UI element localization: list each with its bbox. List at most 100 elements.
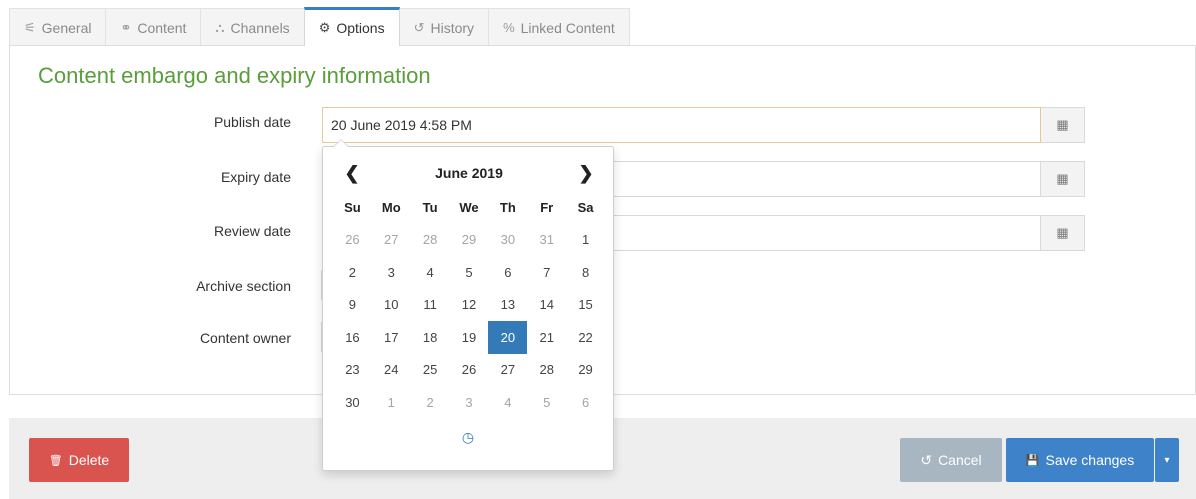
day-cell[interactable]: 2 xyxy=(411,386,450,419)
datepicker-grid: Su Mo Tu We Th Fr Sa 26 27 28 29 30 31 1 2 3 4 5 6 7 8 9 10 11 1… xyxy=(333,191,605,419)
prev-month-button[interactable]: ❮ xyxy=(333,163,371,184)
expiry-date-label: Expiry date xyxy=(220,169,291,185)
history-icon: ↺ xyxy=(413,19,425,35)
day-cell[interactable]: 25 xyxy=(411,354,450,387)
sliders-icon: ⚟ xyxy=(24,19,36,35)
day-cell[interactable]: 19 xyxy=(450,321,489,354)
datepicker-popup: ❮ June 2019 ❯ Su Mo Tu We Th Fr Sa 26 27 28 29 30 31… xyxy=(322,139,614,471)
time-picker-toggle[interactable]: ◷ xyxy=(323,429,613,446)
tab-label: Channels xyxy=(230,19,290,36)
day-cell[interactable]: 1 xyxy=(566,224,605,257)
day-cell[interactable]: 27 xyxy=(488,354,527,387)
clock-icon: ◷ xyxy=(461,429,475,445)
day-cell[interactable]: 9 xyxy=(333,289,372,322)
calendar-icon: ▦ xyxy=(1056,171,1069,186)
save-options-dropdown-button[interactable]: ▾ xyxy=(1155,438,1179,482)
tab-label: Options xyxy=(336,20,385,36)
day-cell[interactable]: 28 xyxy=(411,224,450,257)
save-button-label: Save changes xyxy=(1045,452,1135,468)
weekday-header: Fr xyxy=(540,199,554,215)
day-cell[interactable]: 15 xyxy=(566,289,605,322)
link-icon: % xyxy=(503,20,515,35)
day-cell[interactable]: 24 xyxy=(372,354,411,387)
day-cell[interactable]: 6 xyxy=(488,256,527,289)
tab-linked-content[interactable]: % Linked Content xyxy=(488,8,630,46)
day-cell[interactable]: 29 xyxy=(566,354,605,387)
cogs-icon: ⚙ xyxy=(318,20,331,35)
day-cell[interactable]: 3 xyxy=(372,256,411,289)
day-cell[interactable]: 27 xyxy=(372,224,411,257)
day-cell[interactable]: 13 xyxy=(488,289,527,322)
calendar-icon: ▦ xyxy=(1056,225,1069,240)
undo-icon: ↺ xyxy=(920,451,933,468)
calendar-icon: ▦ xyxy=(1056,117,1069,132)
publish-date-calendar-button[interactable]: ▦ xyxy=(1041,107,1085,143)
day-cell[interactable]: 12 xyxy=(450,289,489,322)
content-owner-label: Content owner xyxy=(199,330,291,346)
tab-label: History xyxy=(430,19,475,36)
day-cell[interactable]: 29 xyxy=(450,224,489,257)
review-date-calendar-button[interactable]: ▦ xyxy=(1041,215,1085,251)
weekday-header: Sa xyxy=(577,199,594,215)
tab-content[interactable]: ⚭ Content xyxy=(105,8,202,46)
sitemap-icon: ⛬ xyxy=(215,19,225,35)
day-cell[interactable]: 26 xyxy=(450,354,489,387)
publish-date-input[interactable] xyxy=(329,116,1040,134)
weekday-header: We xyxy=(459,199,479,215)
day-cell[interactable]: 5 xyxy=(450,256,489,289)
tab-label: Content xyxy=(137,19,187,36)
publish-date-label: Publish date xyxy=(213,114,291,130)
save-changes-button[interactable]: 💾 Save changes xyxy=(1006,438,1154,482)
review-date-label: Review date xyxy=(213,223,291,239)
day-cell[interactable]: 31 xyxy=(527,224,566,257)
day-cell[interactable]: 26 xyxy=(333,224,372,257)
caret-down-icon: ▾ xyxy=(1164,454,1170,466)
day-cell[interactable]: 7 xyxy=(527,256,566,289)
trash-icon: 🗑 xyxy=(48,454,63,467)
tab-history[interactable]: ↺ History xyxy=(398,8,490,46)
day-cell[interactable]: 4 xyxy=(488,386,527,419)
tab-bar: ⚟ General ⚭ Content ⛬ Channels ⚙ Options… xyxy=(9,7,630,46)
day-cell[interactable]: 18 xyxy=(411,321,450,354)
day-cell[interactable]: 16 xyxy=(333,321,372,354)
day-cell[interactable]: 10 xyxy=(372,289,411,322)
weekday-header: Mo xyxy=(381,199,401,215)
datepicker-header: ❮ June 2019 ❯ xyxy=(333,159,605,187)
floppy-disk-icon: 💾 xyxy=(1025,454,1040,467)
publish-date-field[interactable] xyxy=(322,107,1041,143)
delete-button[interactable]: 🗑 Delete xyxy=(29,438,129,482)
expiry-date-calendar-button[interactable]: ▦ xyxy=(1041,161,1085,197)
next-month-button[interactable]: ❯ xyxy=(567,163,605,184)
content-icon: ⚭ xyxy=(120,19,132,35)
section-title: Content embargo and expiry information xyxy=(38,63,431,88)
day-cell[interactable]: 8 xyxy=(566,256,605,289)
day-cell[interactable]: 22 xyxy=(566,321,605,354)
archive-section-label: Archive section xyxy=(196,278,291,294)
tab-label: Linked Content xyxy=(520,19,615,36)
tab-general[interactable]: ⚟ General xyxy=(9,8,107,46)
weekday-header: Su xyxy=(344,199,361,215)
day-cell[interactable]: 30 xyxy=(333,386,372,419)
tab-options[interactable]: ⚙ Options xyxy=(303,7,400,46)
cancel-button-label: Cancel xyxy=(938,452,982,468)
tab-label: General xyxy=(41,19,92,36)
day-cell[interactable]: 2 xyxy=(333,256,372,289)
day-cell[interactable]: 17 xyxy=(372,321,411,354)
day-cell[interactable]: 3 xyxy=(450,386,489,419)
selected-day-cell[interactable]: 20 xyxy=(488,321,528,354)
day-cell[interactable]: 21 xyxy=(527,321,566,354)
tab-channels[interactable]: ⛬ Channels xyxy=(200,8,305,46)
datepicker-month-title[interactable]: June 2019 xyxy=(435,165,503,181)
delete-button-label: Delete xyxy=(68,452,110,468)
day-cell[interactable]: 23 xyxy=(333,354,372,387)
cancel-button[interactable]: ↺ Cancel xyxy=(900,438,1002,482)
day-cell[interactable]: 1 xyxy=(372,386,411,419)
weekday-header: Th xyxy=(499,199,516,215)
day-cell[interactable]: 11 xyxy=(411,289,450,322)
day-cell[interactable]: 6 xyxy=(566,386,605,419)
day-cell[interactable]: 28 xyxy=(527,354,566,387)
day-cell[interactable]: 4 xyxy=(411,256,450,289)
day-cell[interactable]: 14 xyxy=(527,289,566,322)
day-cell[interactable]: 5 xyxy=(527,386,566,419)
day-cell[interactable]: 30 xyxy=(488,224,527,257)
